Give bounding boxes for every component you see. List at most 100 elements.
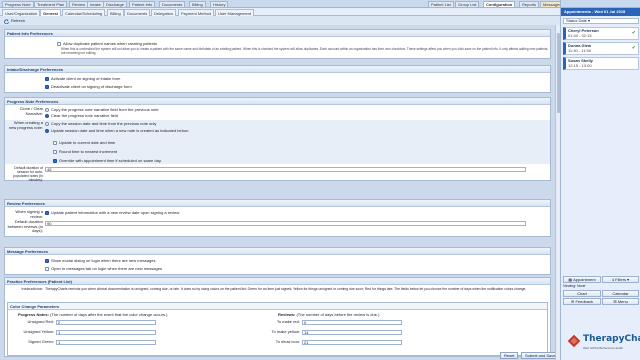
appointment-card[interactable]: Susan Shelly 12:15 - 13:00 (563, 57, 639, 70)
option-label: Show modal dialog on login when there ar… (51, 258, 156, 263)
button-label: Menu (617, 299, 628, 304)
checkbox[interactable] (45, 258, 49, 263)
check-icon: ✔ (631, 45, 636, 51)
radio[interactable] (45, 128, 49, 133)
copy-session-option[interactable]: Copy the session date and time from the … (45, 121, 156, 126)
checkbox[interactable] (57, 41, 61, 46)
section-title: Message Preferences (5, 248, 550, 255)
show-icon-input[interactable]: 21 (302, 340, 402, 345)
make-red-label: To make red: (276, 319, 300, 324)
tab-patient-info[interactable]: Patient Info (129, 1, 156, 7)
override-option[interactable]: Override with appointment time if schedu… (53, 158, 162, 163)
appointment-card[interactable]: Cheryl Peterson 01:40 - 02:15 ✔ (563, 27, 639, 40)
make-red-input[interactable]: 0 (302, 320, 402, 325)
tab-progress-note[interactable]: Progress Note (2, 1, 34, 7)
radio[interactable] (45, 121, 49, 126)
clear-narrative-option[interactable]: Clear the progress note narrative field (45, 113, 118, 118)
color-change-title: Color Change Parameters (8, 303, 547, 310)
tab-review[interactable]: Review (69, 1, 89, 7)
instructions-text: TherapyCharts reminds you when clinical … (45, 287, 527, 291)
appointments-header: Appointments - Wed 01 Jul 2015 (561, 8, 640, 16)
patient-info-note: When this is unchecked the system will n… (61, 47, 549, 55)
checkbox[interactable] (53, 140, 57, 145)
copy-narrative-option[interactable]: Copy the progress note narrative field f… (45, 107, 159, 112)
tab-reports[interactable]: Reports (519, 1, 540, 7)
logo-subtitle: Web HIPAA Behavioral Health (583, 346, 624, 350)
activate-option[interactable]: Activate client on signing of intake for… (45, 76, 120, 81)
tab-group-list[interactable]: Group List (455, 1, 480, 7)
tab-treatment-plan[interactable]: Treatment Plan (34, 1, 68, 7)
status-date-dropdown[interactable]: Status Date ▾ (563, 18, 639, 24)
tab-patient-list[interactable]: Patient List (428, 1, 454, 7)
unsigned-red-label: Unsigned Red: (27, 319, 54, 324)
progress-notes-heading: Progress Notes: (18, 312, 49, 317)
show-icon-label: To show icon: (275, 339, 300, 344)
menu-button[interactable]: ☰ Menu (602, 298, 639, 305)
creating-label: When creating a new progress note: (8, 120, 43, 130)
appointment-button[interactable]: ▦ Appointment (563, 276, 601, 283)
checkbox[interactable] (53, 158, 57, 163)
deactivate-option[interactable]: Deactivate client on signing of discharg… (45, 84, 132, 89)
subtab-user-organization[interactable]: User/Organization (2, 9, 41, 16)
tab-history[interactable]: History (210, 1, 229, 7)
subtab-user-management[interactable]: User Management (215, 9, 254, 16)
button-label: Feedback (575, 299, 594, 304)
review-duration-input[interactable]: 90 (45, 221, 526, 226)
subtab-payment-method[interactable]: Payment Method (178, 9, 215, 16)
reset-button[interactable]: Reset (500, 352, 519, 359)
feedback-button[interactable]: ✉ Feedback (563, 298, 601, 305)
option-label: Allow duplicate patient names when creat… (63, 41, 158, 46)
open-tab-option[interactable]: Open to messages tab on login when there… (45, 266, 162, 271)
checkbox[interactable] (45, 210, 49, 215)
make-yellow-label: To make yellow: (271, 329, 300, 334)
option-label: Copy the session date and time from the … (51, 121, 157, 126)
subtab-calendar-scheduling[interactable]: Calendar/Scheduling (62, 9, 106, 16)
progress-note-section: Progress Note Preferences Clone / Clear … (4, 97, 551, 182)
tab-intake[interactable]: Intake (87, 1, 104, 7)
allow-duplicate-option[interactable]: Allow duplicate patient names when creat… (57, 41, 157, 46)
update-patient-option[interactable]: Update patient information with a new re… (45, 210, 179, 215)
option-label: Update to current date and time (59, 140, 116, 145)
subtab-general[interactable]: General (40, 9, 61, 16)
tab-configuration[interactable]: Configuration (483, 1, 516, 7)
refresh-button[interactable]: Refresh (4, 18, 25, 24)
checkbox[interactable] (53, 149, 57, 154)
radio[interactable] (45, 113, 49, 118)
section-title: Practice Preferences (Patient List) (5, 278, 550, 285)
checkbox[interactable] (45, 266, 49, 271)
signed-green-input[interactable]: 1 (56, 340, 156, 345)
make-yellow-input[interactable]: 14 (302, 330, 402, 335)
filters-button[interactable]: 4 Filters ▾ (602, 276, 639, 283)
option-label: Deactivate client on signing of discharg… (51, 84, 132, 89)
appointment-time: 11:30 - 11:50 (568, 48, 591, 53)
tab-discharge[interactable]: Discharge (103, 1, 128, 7)
intake-discharge-section: Intake/Discharge Preferences Activate cl… (4, 65, 551, 93)
tab-documents[interactable]: Documents (159, 1, 186, 7)
option-label: Update patient information with a new re… (51, 210, 180, 215)
update-current-option[interactable]: Update to current date and time (53, 140, 115, 145)
checkbox[interactable] (45, 76, 49, 81)
appointment-card[interactable]: Donna Glew 11:30 - 11:50 ✔ (563, 42, 639, 55)
viewing-label: Viewing: None (563, 284, 586, 288)
show-modal-option[interactable]: Show modal dialog on login when there ar… (45, 258, 156, 263)
subtab-billing[interactable]: Billing (107, 9, 124, 16)
checkbox[interactable] (45, 84, 49, 89)
button-label: Appointment (573, 277, 596, 282)
section-title: Intake/Discharge Preferences (5, 66, 550, 73)
update-session-option[interactable]: Update session date and time when a new … (45, 128, 189, 133)
submit-save-button[interactable]: Submit and Save (521, 352, 560, 359)
right-top-strip (561, 0, 640, 8)
calendar-button[interactable]: Calendar (602, 290, 639, 297)
subtab-delegation[interactable]: Delegation (151, 9, 177, 16)
tab-billing[interactable]: Billing (189, 1, 206, 7)
unsigned-red-input[interactable]: 2 (56, 320, 156, 325)
session-duration-input[interactable]: 45 (45, 167, 526, 172)
settings-panel[interactable]: Patient Info Preferences Allow duplicate… (0, 25, 560, 360)
unsigned-yellow-input[interactable]: 1 (56, 330, 156, 335)
round-time-option[interactable]: Round time to nearest increment (53, 149, 117, 154)
instructions-label: Instructions: (21, 286, 43, 291)
chart-button[interactable]: Chart (563, 290, 601, 297)
subtab-documents[interactable]: Documents (124, 9, 151, 16)
radio[interactable] (45, 107, 49, 112)
reviews-desc: (The number of days before the review is… (296, 312, 380, 317)
